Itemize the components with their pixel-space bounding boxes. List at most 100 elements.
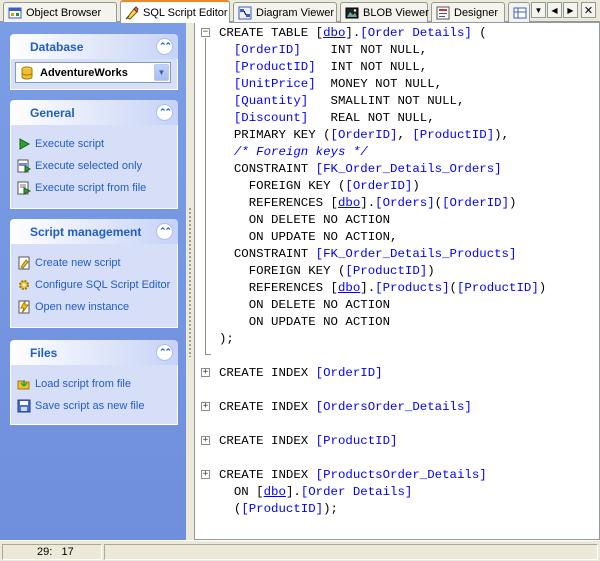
collapse-icon[interactable]: ⌃⌃ xyxy=(156,223,173,240)
save-file-icon xyxy=(17,399,31,413)
load-script-link[interactable]: Load script from file xyxy=(17,373,177,395)
item-label: Save script as new file xyxy=(35,400,145,412)
left-panel: Database ⌃⌃ AdventureWorks ▼ General ⌃⌃ xyxy=(0,22,186,540)
general-group: General ⌃⌃ Execute script Execute select… xyxy=(10,100,178,209)
cursor-line: 29 xyxy=(37,546,50,558)
tab-designer[interactable]: Designer xyxy=(431,2,505,22)
tab-sql-script-editor[interactable]: SQL Script Editor xyxy=(120,0,230,23)
code-line[interactable]: CREATE INDEX [OrderID] xyxy=(219,365,383,382)
play-icon xyxy=(17,137,31,151)
table-icon xyxy=(513,6,527,20)
object-browser-icon xyxy=(8,6,22,20)
database-group: Database ⌃⌃ AdventureWorks ▼ xyxy=(10,34,178,90)
tab-label: SQL Script Editor xyxy=(143,6,228,19)
execute-selected-icon xyxy=(17,159,31,173)
item-label: Execute selected only xyxy=(35,160,143,172)
close-tab-button[interactable]: ✕ xyxy=(581,2,596,18)
execute-from-file-link[interactable]: Execute script from file xyxy=(17,177,177,199)
cursor-separator: : xyxy=(49,546,62,558)
sql-script-icon xyxy=(125,5,139,20)
code-line[interactable]: ON UPDATE NO ACTION, xyxy=(219,229,398,246)
chevron-down-icon: ▼ xyxy=(534,5,543,15)
close-icon: ✕ xyxy=(583,4,594,17)
expand-block-icon[interactable]: + xyxy=(201,402,210,411)
collapse-icon[interactable]: ⌃⌃ xyxy=(156,344,173,361)
code-line[interactable]: [UnitPrice] MONEY NOT NULL, xyxy=(219,76,442,93)
execute-script-link[interactable]: Execute script xyxy=(17,133,177,155)
code-line[interactable]: /* Foreign keys */ xyxy=(219,144,368,161)
open-new-instance-link[interactable]: Open new instance xyxy=(17,296,177,318)
database-select[interactable]: AdventureWorks ▼ xyxy=(15,62,171,83)
database-group-body: AdventureWorks ▼ xyxy=(10,59,178,90)
fold-guide-end xyxy=(205,354,211,355)
code-line[interactable]: PRIMARY KEY ([OrderID], [ProductID]), xyxy=(219,127,509,144)
code-line[interactable]: REFERENCES [dbo].[Orders]([OrderID]) xyxy=(219,195,517,212)
collapse-icon[interactable]: ⌃⌃ xyxy=(156,104,173,121)
collapse-block-icon[interactable]: − xyxy=(201,28,210,37)
group-title: Database xyxy=(30,39,84,54)
load-file-icon xyxy=(17,377,31,391)
expand-block-icon[interactable]: + xyxy=(201,368,210,377)
collapse-icon[interactable]: ⌃⌃ xyxy=(156,38,173,55)
fold-guide xyxy=(205,38,206,354)
splitter-grip[interactable] xyxy=(188,207,192,357)
new-script-icon xyxy=(17,256,31,270)
tab-overflow[interactable] xyxy=(508,2,530,22)
files-group-body: Load script from file Save script as new… xyxy=(10,365,178,425)
save-script-link[interactable]: Save script as new file xyxy=(17,395,177,417)
tab-scroll-right-button[interactable]: ▶ xyxy=(563,2,578,18)
tab-scroll-left-button[interactable]: ◀ xyxy=(547,2,562,18)
item-label: Create new script xyxy=(35,257,121,269)
code-line[interactable]: [ProductID] INT NOT NULL, xyxy=(219,59,427,76)
code-line[interactable]: REFERENCES [dbo].[Products]([ProductID]) xyxy=(219,280,546,297)
code-line[interactable]: FOREIGN KEY ([OrderID]) xyxy=(219,178,420,195)
database-group-header[interactable]: Database ⌃⌃ xyxy=(10,34,178,59)
code-line[interactable]: [OrderID] INT NOT NULL, xyxy=(219,42,427,59)
tab-list-button[interactable]: ▼ xyxy=(531,2,546,18)
configure-editor-link[interactable]: Configure SQL Script Editor xyxy=(17,274,177,296)
code-line[interactable]: ([ProductID]); xyxy=(219,501,338,518)
tab-label: Designer xyxy=(454,6,499,19)
code-line[interactable]: CREATE INDEX [ProductID] xyxy=(219,433,397,450)
expand-block-icon[interactable]: + xyxy=(201,470,210,479)
chevron-down-icon[interactable]: ▼ xyxy=(154,64,169,81)
execute-file-icon xyxy=(17,181,32,195)
item-label: Execute script from file xyxy=(35,182,147,194)
code-line[interactable]: [Discount] REAL NOT NULL, xyxy=(219,110,435,127)
sql-editor[interactable]: − + + + + CREATE TABLE [dbo].[Order Deta… xyxy=(194,22,600,540)
database-select-value: AdventureWorks xyxy=(40,66,128,79)
item-label: Execute script xyxy=(35,138,105,150)
status-bar: 29: 17 xyxy=(0,540,600,561)
code-line[interactable]: CONSTRAINT [FK_Order_Details_Orders] xyxy=(219,161,502,178)
item-label: Load script from file xyxy=(35,378,131,390)
script-management-group-body: Create new script Configure SQL Script E… xyxy=(10,244,178,328)
item-label: Open new instance xyxy=(35,301,130,313)
code-line[interactable]: ); xyxy=(219,331,234,348)
tab-bar: Object Browser SQL Script Editor Diagram… xyxy=(0,0,600,23)
status-message xyxy=(104,544,598,560)
code-line[interactable]: CONSTRAINT [FK_Order_Details_Products] xyxy=(219,246,517,263)
code-line[interactable]: [Quantity] SMALLINT NOT NULL, xyxy=(219,93,465,110)
code-line[interactable]: ON [dbo].[Order Details] xyxy=(219,484,413,501)
panel-splitter[interactable] xyxy=(186,22,194,540)
code-line[interactable]: CREATE TABLE [dbo].[Order Details] ( xyxy=(219,25,487,42)
code-line[interactable]: ON DELETE NO ACTION xyxy=(219,297,390,314)
tab-object-browser[interactable]: Object Browser xyxy=(3,2,117,22)
tab-diagram-viewer[interactable]: Diagram Viewer xyxy=(233,2,337,22)
code-line[interactable]: ON UPDATE NO ACTION xyxy=(219,314,390,331)
tab-label: BLOB Viewer xyxy=(363,6,429,19)
code-line[interactable]: ON DELETE NO ACTION xyxy=(219,212,390,229)
chevron-left-icon: ◀ xyxy=(551,5,558,15)
code-line[interactable]: CREATE INDEX [ProductsOrder_Details] xyxy=(219,467,487,484)
files-group-header[interactable]: Files ⌃⌃ xyxy=(10,340,178,365)
script-management-group-header[interactable]: Script management ⌃⌃ xyxy=(10,219,178,244)
group-title: General xyxy=(30,105,75,120)
group-title: Files xyxy=(30,345,58,360)
code-line[interactable]: FOREIGN KEY ([ProductID]) xyxy=(219,263,435,280)
execute-selected-link[interactable]: Execute selected only xyxy=(17,155,177,177)
tab-blob-viewer[interactable]: BLOB Viewer xyxy=(340,2,429,22)
expand-block-icon[interactable]: + xyxy=(201,436,210,445)
create-new-script-link[interactable]: Create new script xyxy=(17,252,177,274)
code-line[interactable]: CREATE INDEX [OrdersOrder_Details] xyxy=(219,399,472,416)
general-group-header[interactable]: General ⌃⌃ xyxy=(10,100,178,125)
